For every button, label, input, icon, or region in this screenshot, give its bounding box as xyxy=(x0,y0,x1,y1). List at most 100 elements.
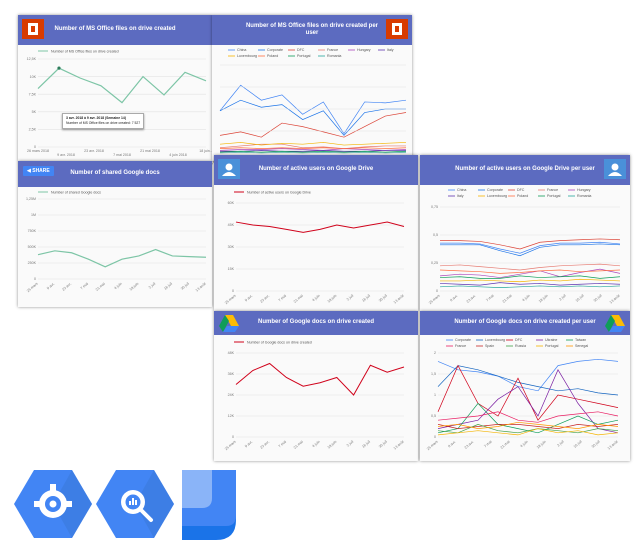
x-tick-label: 18 juin xyxy=(327,294,338,304)
legend-item: DFC xyxy=(297,48,305,52)
series-line xyxy=(235,221,405,233)
y-tick-label: 10K xyxy=(30,75,37,79)
y-tick-label: 1M xyxy=(31,213,36,217)
x-tick-label: 2 juil xyxy=(558,294,566,302)
legend-item: Corporate xyxy=(487,188,503,192)
card-shared-docs: Number of shared Google docs ◀ SHARE Num… xyxy=(18,161,212,307)
x-tick-label: 25 mars xyxy=(26,282,39,294)
x-tick-label: 2 juil xyxy=(346,440,354,448)
share-button[interactable]: ◀ SHARE xyxy=(23,166,54,176)
active-users-per-user-chart: China Corporate DFC France Hungary Italy Luxem… xyxy=(428,188,621,306)
x-tick-label: 26 mars 2018 xyxy=(27,149,49,153)
y-tick-label: 0 xyxy=(434,435,436,439)
card-header: Number of MS Office files on drive creat… xyxy=(18,15,212,45)
series-line xyxy=(219,99,406,136)
y-tick-label: 24K xyxy=(228,393,235,397)
series-line xyxy=(219,142,407,146)
series-line xyxy=(219,148,407,151)
y-tick-label: 7,5K xyxy=(29,92,37,96)
y-tick-label: 12K xyxy=(228,414,235,418)
series-line xyxy=(439,285,621,288)
x-tick-label: 23 avr. xyxy=(61,282,72,292)
x-tick-label: 4 juin xyxy=(521,294,530,303)
x-tick-label: 2 juil xyxy=(346,294,354,302)
legend-item: Spain xyxy=(485,344,494,348)
x-tick-label: 21 mai xyxy=(500,440,511,450)
legend-item: Senegal xyxy=(575,344,588,348)
user-icon xyxy=(604,159,626,179)
x-tick-label: 7 mai xyxy=(483,440,492,449)
x-tick-label: 7 mai xyxy=(80,282,89,291)
x-tick-label: 2 juil xyxy=(556,440,564,448)
x-tick-label: 18 juin... xyxy=(199,149,213,153)
series-line xyxy=(220,150,406,152)
x-tick-label: 21 mai xyxy=(293,294,304,304)
x-tick-label: 13 août xyxy=(393,440,405,451)
x-tick-label: 4 juin 2018 xyxy=(169,153,187,157)
legend-item: Poland xyxy=(517,194,528,198)
series-line xyxy=(437,358,619,392)
office-icon xyxy=(386,19,408,39)
y-tick-label: 48K xyxy=(228,351,235,355)
y-tick-label: 15K xyxy=(228,267,235,271)
x-tick-label: 23 avr. xyxy=(464,440,475,450)
y-tick-label: 12,5K xyxy=(27,57,37,61)
x-tick-label: 9 avr. 2018 xyxy=(57,153,75,157)
share-label: SHARE xyxy=(32,168,50,174)
x-tick-label: 13 août xyxy=(607,440,619,451)
card-title: Number of Google docs on drive created xyxy=(257,319,375,326)
x-tick-label: 7 mai xyxy=(278,294,287,303)
y-tick-label: 0,75 xyxy=(431,205,438,209)
series-line xyxy=(437,365,619,396)
x-tick-label: 2 juil xyxy=(148,282,156,290)
series-line xyxy=(235,362,405,396)
y-tick-label: 0 xyxy=(232,435,234,439)
x-tick-label: 30 juil xyxy=(593,294,603,303)
legend-item: China xyxy=(237,48,246,52)
y-tick-label: 5K xyxy=(32,110,37,114)
x-tick-label: 30 juil xyxy=(591,440,601,449)
series-line xyxy=(219,150,407,153)
x-tick-label: 18 juin xyxy=(129,282,140,292)
card-ms-office-per-user: Number of MS Office files on drive creat… xyxy=(208,15,412,167)
x-tick-label: 9 avr. xyxy=(46,282,55,291)
y-tick-label: 2 xyxy=(434,351,436,355)
x-tick-label: 18 juin xyxy=(327,440,338,450)
y-tick-label: 1,5 xyxy=(431,372,436,376)
series-line xyxy=(439,263,621,271)
legend-item: Corporate xyxy=(455,338,471,342)
x-tick-label: 30 juil xyxy=(378,294,388,303)
x-tick-label: 21 mai xyxy=(502,294,513,304)
x-tick-label: 30 juil xyxy=(378,440,388,449)
drive-icon xyxy=(218,313,240,333)
card-title: Number of Google docs on drive created p… xyxy=(454,319,596,326)
card-title: Number of shared Google docs xyxy=(70,170,160,177)
x-tick-label: 13 août xyxy=(195,282,207,293)
legend-item: Ukraine xyxy=(545,338,557,342)
x-tick-label: 7 mai 2018 xyxy=(113,153,131,157)
x-tick-label: 25 mars xyxy=(428,294,441,306)
y-tick-label: 30K xyxy=(228,245,235,249)
active-users-line-chart: Number of active users on Google Drive 0… xyxy=(224,191,405,306)
x-tick-label: 16 juil xyxy=(163,282,173,291)
x-tick-label: 16 juil xyxy=(361,440,371,449)
x-tick-label: 21 mai xyxy=(293,440,304,450)
card-active-users: Number of active users on Google Drive N… xyxy=(214,155,418,311)
legend-item: Russia xyxy=(515,344,526,348)
x-tick-label: 23 avr. 2018 xyxy=(84,149,104,153)
series-line xyxy=(439,275,621,279)
app-engine-logo-icon xyxy=(14,470,92,538)
x-tick-label: 30 juil xyxy=(180,282,190,291)
bigquery-logo-icon xyxy=(96,470,174,538)
x-tick-label: 21 mai 2018 xyxy=(140,149,160,153)
legend-item: DFC xyxy=(515,338,523,342)
legend-item: Portugal xyxy=(297,54,311,58)
legend-item: Poland xyxy=(267,54,278,58)
card-header: Number of active users on Google Drive p… xyxy=(420,155,630,185)
legend-item: DFC xyxy=(517,188,525,192)
x-tick-label: 25 mars xyxy=(426,440,439,452)
legend-item: France xyxy=(547,188,558,192)
x-tick-label: 21 mai xyxy=(95,282,106,292)
card-title: Number of MS Office files on drive creat… xyxy=(54,26,176,33)
legend-item: Italy xyxy=(387,48,394,52)
